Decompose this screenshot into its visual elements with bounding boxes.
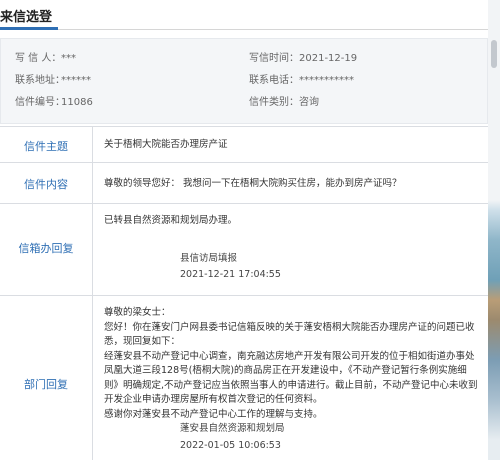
handling-signature-org: 县信访局填报	[180, 253, 238, 264]
address-label: 联系地址：	[15, 75, 65, 86]
page-title: 来信选登	[0, 10, 53, 25]
info-row-writer: 写 信 人： *** 写信时间： 2021-12-19	[1, 49, 487, 69]
number-label: 信件编号：	[15, 97, 65, 108]
letter-info-box: 写 信 人： *** 写信时间： 2021-12-19 联系地址： ******…	[0, 38, 488, 124]
handling-label-cell: 信箱办回复	[0, 204, 93, 295]
dept-reply-row: 部门回复 尊敬的梁女士： 您好！你在蓬安门户网县委书记信箱反映的关于蓬安梧桐大院…	[0, 296, 488, 460]
info-row-number: 信件编号： 11086 信件类别： 咨询	[1, 93, 487, 113]
dept-greeting: 尊敬的梁女士：	[104, 307, 171, 318]
side-banner-strip	[488, 0, 500, 460]
dept-paragraph-3: 感谢你对蓬安县不动产登记中心工作的理解与支持。	[104, 408, 323, 420]
address-value: ******	[61, 75, 91, 86]
dept-label: 部门回复	[24, 378, 68, 391]
info-row-address: 联系地址： ****** 联系电话： ***********	[1, 71, 487, 91]
category-label: 信件类别：	[249, 97, 299, 108]
subject-value: 关于梧桐大院能否办理房产证	[104, 139, 228, 150]
dept-signature-date: 2022-01-05 10:06:53	[180, 440, 281, 451]
subject-label-cell: 信件主题	[0, 127, 93, 162]
dept-reply-body: 尊敬的梁女士： 您好！你在蓬安门户网县委书记信箱反映的关于蓬安梧桐大院能否办理房…	[104, 306, 480, 422]
content-label-cell: 信件内容	[0, 163, 93, 203]
phone-value: ***********	[299, 75, 354, 86]
writer-value: ***	[61, 53, 76, 64]
subject-row: 信件主题 关于梧桐大院能否办理房产证	[0, 127, 488, 163]
handling-label: 信箱办回复	[18, 242, 74, 255]
page-header: 来信选登	[0, 0, 488, 30]
content-value: 尊敬的领导您好： 我想问一下在梧桐大院购买住房，能办到房产证吗？	[104, 178, 402, 189]
scrollbar-thumb[interactable]	[491, 40, 497, 68]
subject-label: 信件主题	[24, 140, 68, 153]
dept-signature-org: 蓬安县自然资源和规划局	[180, 423, 285, 434]
title-underline	[0, 27, 58, 30]
phone-label: 联系电话：	[249, 75, 299, 86]
writer-label: 写 信 人：	[15, 53, 62, 64]
dept-label-cell: 部门回复	[0, 296, 93, 460]
date-value: 2021-12-19	[299, 53, 358, 64]
category-value: 咨询	[299, 97, 319, 108]
dept-paragraph-1: 您好！你在蓬安门户网县委书记信箱反映的关于蓬安梧桐大院能否办理房产证的问题已收悉…	[104, 321, 475, 348]
content-label: 信件内容	[24, 178, 68, 191]
handling-signature-date: 2021-12-21 17:04:55	[180, 269, 281, 280]
letter-detail-table: 信件主题 关于梧桐大院能否办理房产证 信件内容 尊敬的领导您好： 我想问一下在梧…	[0, 126, 488, 460]
date-label: 写信时间：	[249, 53, 299, 64]
handling-text: 已转县自然资源和规划局办理。	[104, 215, 238, 226]
number-value: 11086	[61, 97, 93, 108]
content-row: 信件内容 尊敬的领导您好： 我想问一下在梧桐大院购买住房，能办到房产证吗？	[0, 163, 488, 204]
dept-paragraph-2: 经蓬安县不动产登记中心调查，南充融达房地产开发有限公司开发的位于相如街道办事处凤…	[104, 350, 478, 406]
handling-row: 信箱办回复 已转县自然资源和规划局办理。 县信访局填报 2021-12-21 1…	[0, 204, 488, 296]
